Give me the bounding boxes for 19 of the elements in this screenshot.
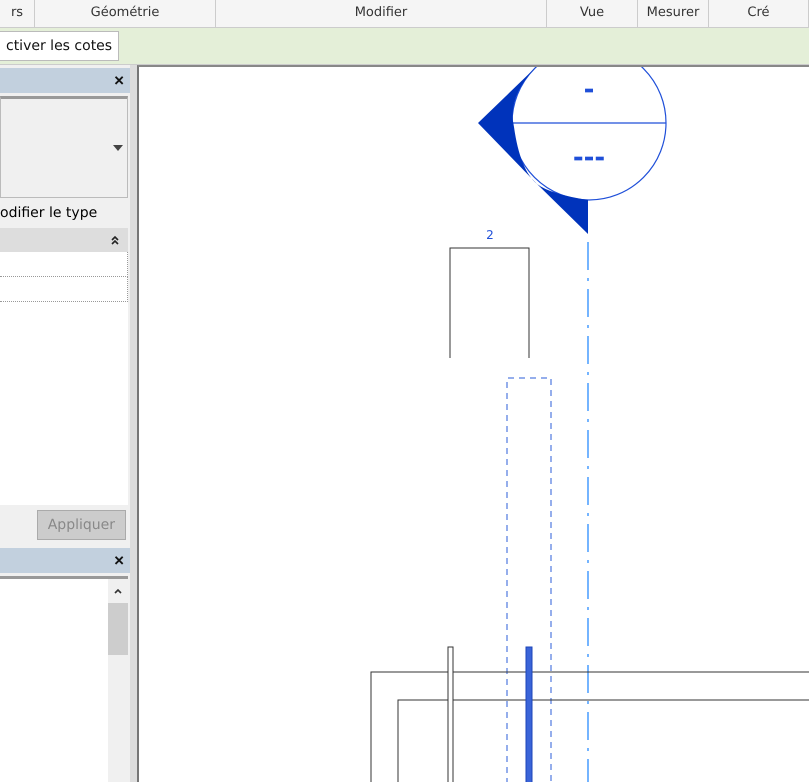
close-button[interactable]: × xyxy=(108,550,130,570)
ribbon-tab[interactable]: Géométrie xyxy=(35,0,216,27)
collapse-icon[interactable] xyxy=(110,235,120,245)
type-selector[interactable] xyxy=(0,96,128,198)
ribbon-tab[interactable]: Vue xyxy=(547,0,638,27)
dimension-label: 2 xyxy=(486,228,494,242)
dropdown-caret-icon xyxy=(113,145,123,151)
edit-type-link[interactable]: odifier le type xyxy=(0,205,98,221)
sheet-number: --- xyxy=(572,143,606,173)
scrollbar[interactable] xyxy=(108,579,128,782)
close-button[interactable]: × xyxy=(108,70,130,90)
ribbon-tab[interactable]: rs xyxy=(0,0,35,27)
ribbon-tab[interactable]: Modifier xyxy=(216,0,547,27)
scrollbar-thumb[interactable] xyxy=(108,603,128,655)
ribbon-tab[interactable]: Mesurer xyxy=(638,0,709,27)
ribbon-tab[interactable]: Cré xyxy=(709,0,809,27)
section-number: - xyxy=(584,75,594,105)
scroll-up-icon[interactable] xyxy=(113,587,123,595)
activate-dimensions-button[interactable]: ctiver les cotes xyxy=(0,31,120,61)
